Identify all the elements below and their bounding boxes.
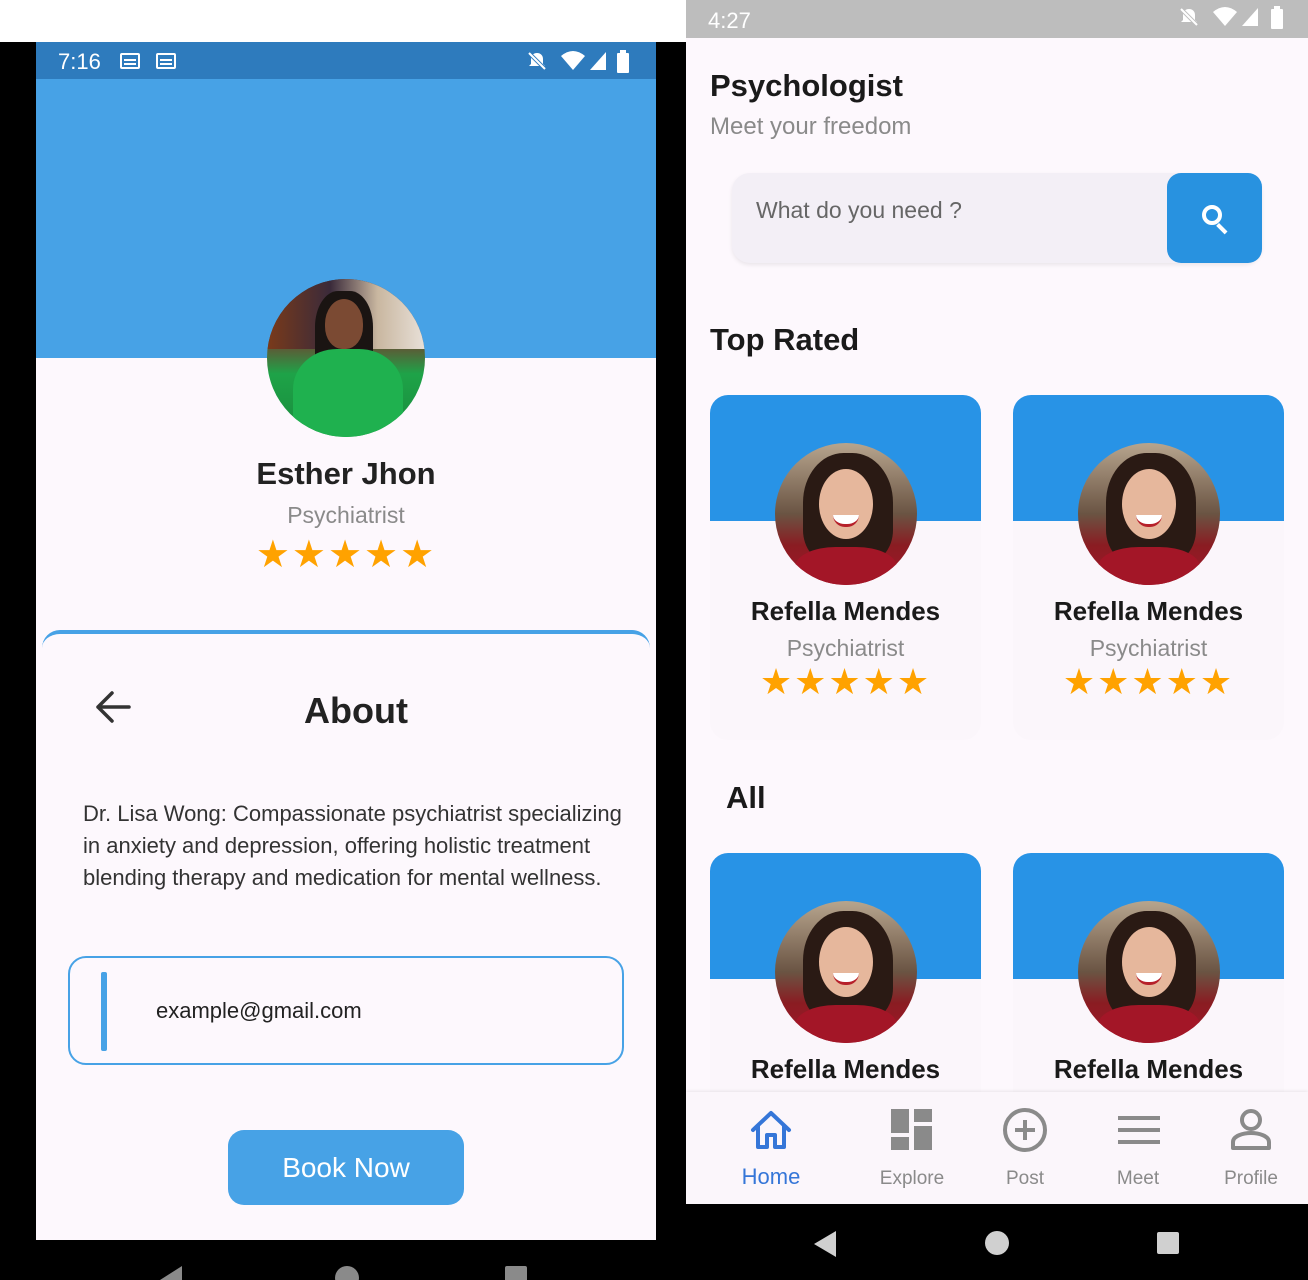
sim-card-icon xyxy=(120,53,140,69)
text-cursor xyxy=(101,972,107,1051)
add-circle-icon xyxy=(1003,1108,1047,1152)
book-now-button[interactable]: Book Now xyxy=(228,1130,464,1205)
doctor-avatar xyxy=(775,443,917,585)
system-nav-bar xyxy=(686,1204,1308,1280)
tab-label: Profile xyxy=(1224,1168,1278,1189)
doctor-name: Refella Mendes xyxy=(1053,596,1244,626)
doctor-avatar xyxy=(1078,443,1220,585)
tab-profile[interactable]: Profile xyxy=(1191,1092,1308,1204)
top-rated-heading: Top Rated xyxy=(710,322,860,357)
screenshot-stage: 7:16 Esther Jhon Psychiatrist ★★★★★ Abou… xyxy=(0,0,1308,1280)
about-title: About xyxy=(304,690,408,731)
status-bar: 7:16 xyxy=(36,42,656,79)
battery-icon xyxy=(1270,6,1284,35)
doctor-avatar xyxy=(267,279,425,437)
about-description: Dr. Lisa Wong: Compassionate psychiatris… xyxy=(83,801,622,890)
system-nav-bar xyxy=(150,1262,550,1280)
search-icon xyxy=(1202,205,1222,225)
page-subtitle: Meet your freedom xyxy=(710,113,912,140)
status-time: 4:27 xyxy=(708,8,751,33)
rating-stars: ★★★★★ xyxy=(759,661,932,702)
email-value: example@gmail.com xyxy=(156,998,362,1023)
notifications-off-icon xyxy=(1178,6,1200,33)
doctor-name: Refella Mendes xyxy=(750,596,941,626)
bottom-nav: Home Explore Post Meet Profile xyxy=(686,1092,1308,1204)
doctor-role: Psychiatrist xyxy=(786,635,905,661)
person-icon xyxy=(1231,1109,1271,1150)
doctor-role: Psychiatrist xyxy=(287,502,405,528)
notifications-off-icon xyxy=(526,50,548,77)
rating-stars: ★★★★★ xyxy=(255,534,437,576)
tab-home[interactable]: Home xyxy=(711,1092,831,1204)
nav-back-icon[interactable] xyxy=(814,1231,836,1257)
tab-post[interactable]: Post xyxy=(965,1092,1085,1204)
tab-meet[interactable]: Meet xyxy=(1078,1092,1198,1204)
tab-label: Meet xyxy=(1116,1168,1160,1189)
tab-explore[interactable]: Explore xyxy=(852,1092,972,1204)
doctor-avatar xyxy=(1078,901,1220,1043)
doctor-card[interactable]: Refella Mendes Psychiatrist ★★★★★ xyxy=(1013,395,1284,740)
wifi-icon xyxy=(560,50,586,77)
doctor-avatar xyxy=(775,901,917,1043)
doctor-detail-screen: 7:16 Esther Jhon Psychiatrist ★★★★★ Abou… xyxy=(36,42,656,1240)
doctor-name: Refella Mendes xyxy=(750,1054,941,1084)
signal-icon xyxy=(588,50,608,77)
nav-recents-icon[interactable] xyxy=(1157,1232,1179,1254)
dashboard-icon xyxy=(891,1109,932,1150)
nav-home-icon[interactable] xyxy=(985,1231,1009,1255)
doctor-name: Esther Jhon xyxy=(256,456,436,491)
rating-stars: ★★★★★ xyxy=(1062,661,1235,702)
status-bar: 4:27 xyxy=(686,0,1308,38)
nav-home-icon[interactable] xyxy=(335,1266,359,1280)
psychologist-home-screen: 4:27 Psychologist Meet your freedom What… xyxy=(686,0,1308,1280)
nav-recents-icon[interactable] xyxy=(505,1266,527,1280)
search-button[interactable] xyxy=(1167,173,1262,263)
menu-icon xyxy=(1118,1116,1160,1144)
search-placeholder: What do you need ? xyxy=(756,197,962,223)
page-title: Psychologist xyxy=(710,68,903,103)
signal-icon xyxy=(1240,6,1260,33)
doctor-role: Psychiatrist xyxy=(1089,635,1208,661)
sim-card-icon xyxy=(156,53,176,69)
tab-label: Post xyxy=(1005,1168,1045,1189)
wifi-icon xyxy=(1212,6,1238,33)
status-time: 7:16 xyxy=(58,49,101,74)
nav-back-icon[interactable] xyxy=(160,1266,182,1280)
tab-label: Explore xyxy=(879,1168,945,1189)
home-icon xyxy=(751,1111,791,1149)
left-top-margin xyxy=(0,0,686,42)
all-heading: All xyxy=(726,780,766,815)
tab-label: Home xyxy=(741,1164,801,1189)
battery-icon xyxy=(616,50,630,79)
doctor-card[interactable]: Refella Mendes Psychiatrist ★★★★★ xyxy=(710,395,981,740)
email-field[interactable]: example@gmail.com xyxy=(68,956,624,1065)
doctor-name: Refella Mendes xyxy=(1053,1054,1244,1084)
